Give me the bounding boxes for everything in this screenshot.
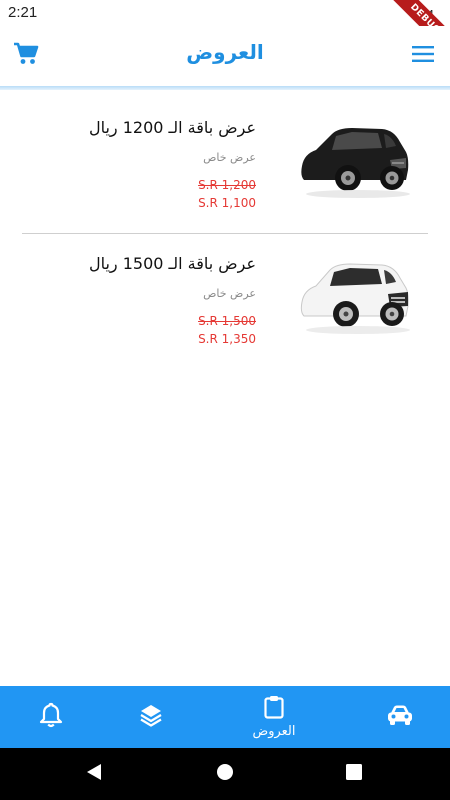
car-icon [386,704,414,730]
menu-icon [412,45,434,67]
white-suv-image [298,250,410,342]
app-screen: 2:21 4 DEBUG العروض [0,0,450,800]
nav-offers[interactable]: العروض [244,686,304,748]
offer-title: عرض باقة الـ 1200 ريال [88,118,256,137]
nav-categories[interactable] [134,686,168,748]
clipboard-icon [264,695,284,723]
offer-old-price: S.R 1,200 [198,178,256,192]
offer-details: عرض باقة الـ 1200 ريال عرض خاص S.R 1,200… [89,118,256,210]
offer-details: عرض باقة الـ 1500 ريال عرض خاص S.R 1,500… [89,254,256,346]
offer-title: عرض باقة الـ 1500 ريال [88,254,256,273]
offer-old-price: S.R 1,500 [198,314,256,328]
home-circle-icon [215,762,235,786]
bottom-navigation: العروض [0,686,450,748]
offer-card[interactable]: عرض باقة الـ 1500 ريال عرض خاص S.R 1,500… [22,234,428,370]
back-triangle-icon [85,762,103,786]
menu-button[interactable] [410,43,436,69]
app-bar-divider [0,86,450,90]
offer-new-price: S.R 1,100 [198,196,256,210]
offers-list: عرض باقة الـ 1200 ريال عرض خاص S.R 1,200… [22,98,428,370]
black-suv-image [298,114,410,206]
status-bar: 2:21 4 DEBUG [0,0,450,65]
offer-card[interactable]: عرض باقة الـ 1200 ريال عرض خاص S.R 1,200… [22,98,428,234]
page-title: العروض [186,40,264,64]
layers-icon [139,703,163,731]
bell-icon [39,702,63,732]
nav-offers-label: العروض [252,724,296,739]
app-bar: العروض [0,26,450,86]
offer-subtitle: عرض خاص [203,151,256,164]
system-recents-button[interactable] [342,762,366,786]
offer-subtitle: عرض خاص [203,287,256,300]
nav-notifications[interactable] [34,686,68,748]
nav-cars[interactable] [383,686,417,748]
recents-square-icon [345,763,363,785]
system-back-button[interactable] [82,762,106,786]
system-home-button[interactable] [213,762,237,786]
system-navigation-bar [0,748,450,800]
status-time: 2:21 [8,4,38,21]
offer-new-price: S.R 1,350 [198,332,256,346]
